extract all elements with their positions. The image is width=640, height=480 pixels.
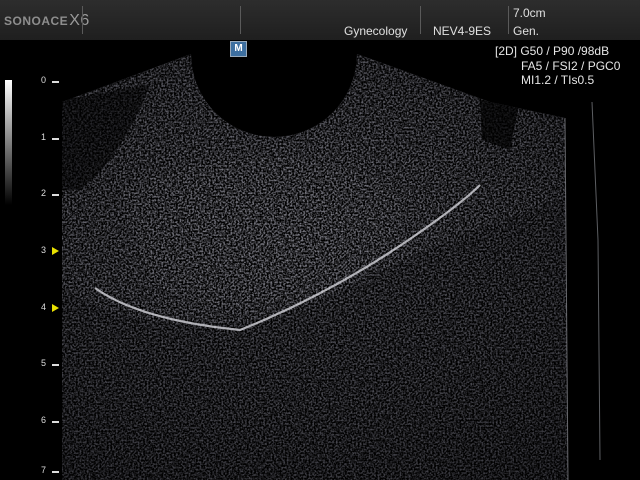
focus-marker-icon (52, 304, 59, 312)
param-line-gain: [2D] G50 / P90 /98dB (495, 44, 610, 58)
depth-tick-label: 1 (41, 132, 47, 142)
depth-tick-mark (52, 471, 59, 473)
depth-tick-label: 6 (41, 415, 47, 425)
depth-tick-mark (52, 364, 59, 366)
probe-label: NEV4-9ES (433, 24, 492, 38)
depth-tick-label: 7 (41, 465, 47, 475)
focus-marker-icon (52, 247, 59, 255)
ultrasound-image (62, 54, 601, 480)
depth-tick-label: 4 (41, 302, 47, 312)
depth-tick-mark (52, 81, 59, 83)
depth-tick-mark (52, 138, 59, 140)
depth-tick-mark (52, 421, 59, 423)
header-divider (240, 6, 241, 34)
param-line-focus: FA5 / FSI2 / PGC0 (521, 58, 621, 73)
brand-logo: SONOACEX6 (4, 12, 90, 29)
top-header-bar: SONOACEX6 Gynecology NEV4-9ES 7.0cm Gen. (0, 0, 640, 41)
depth-readout: 7.0cm (513, 6, 546, 20)
depth-tick-label: 0 (41, 75, 47, 85)
preset-label: Gynecology (344, 24, 408, 38)
header-divider (82, 6, 83, 34)
acquisition-parameters: [2D] G50 / P90 /98dB FA5 / FSI2 / PGC0 M… (495, 44, 620, 88)
depth-tick-label: 3 (41, 245, 47, 255)
header-divider (420, 6, 421, 34)
depth-tick-mark (52, 194, 59, 196)
mode-label: Gen. (513, 24, 540, 38)
orientation-marker-icon: M (230, 41, 247, 57)
depth-tick-label: 5 (41, 358, 47, 368)
param-line-index: MI1.2 / TIs0.5 (521, 73, 595, 87)
depth-tick-label: 2 (41, 188, 47, 198)
header-divider (508, 6, 509, 34)
